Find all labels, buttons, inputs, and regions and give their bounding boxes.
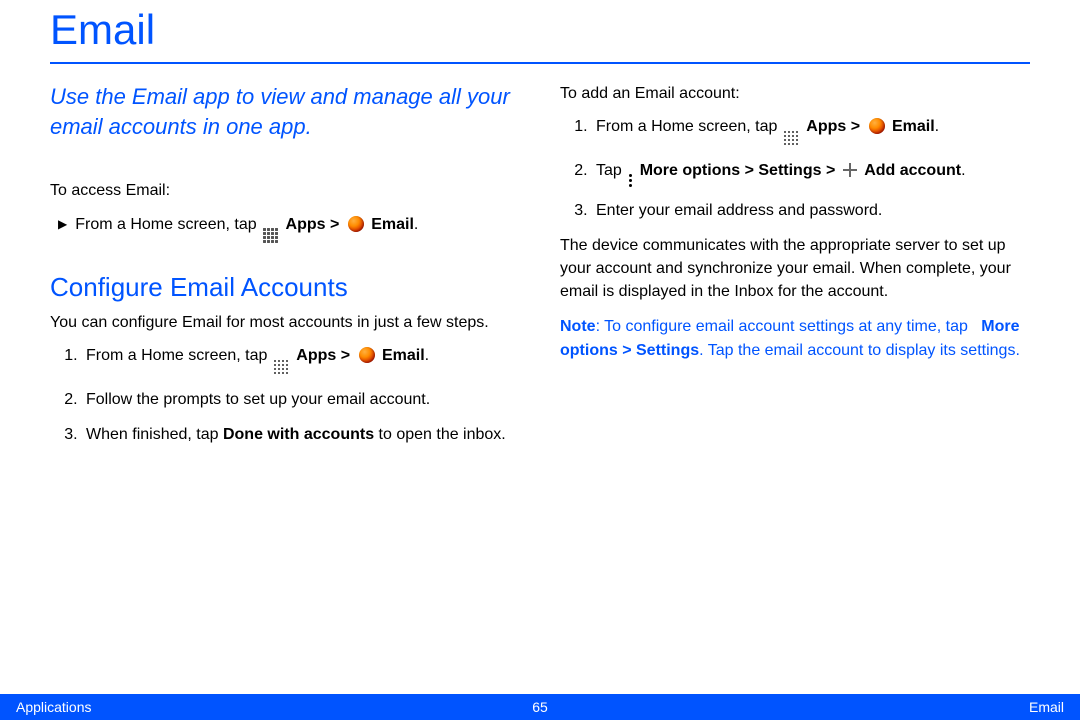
- apps-label: Apps >: [286, 216, 344, 233]
- access-lead: To access Email:: [50, 179, 520, 202]
- footer-right: Email: [1029, 699, 1064, 715]
- note-paragraph: Note: To configure email account setting…: [560, 315, 1030, 361]
- access-step-text: From a Home screen, tap Apps > Email.: [75, 213, 418, 245]
- email-app-icon: [869, 118, 885, 134]
- apps-grid-icon: [274, 360, 290, 376]
- page-title: Email: [50, 0, 1030, 64]
- step1-apps: Apps >: [296, 347, 354, 364]
- add2-more: More options > Settings >: [640, 162, 840, 179]
- step1-email: Email: [382, 347, 425, 364]
- footer-left: Applications: [16, 699, 92, 715]
- configure-heading: Configure Email Accounts: [50, 272, 520, 303]
- content-columns: Use the Email app to view and manage all…: [50, 82, 1030, 458]
- add-step-1: From a Home screen, tap Apps > Email.: [592, 115, 1030, 147]
- note-label: Note: [560, 318, 596, 335]
- period: .: [414, 216, 418, 233]
- configure-step-3: When finished, tap Done with accounts to…: [82, 423, 520, 446]
- apps-grid-icon: [263, 228, 279, 244]
- configure-intro: You can configure Email for most account…: [50, 311, 520, 334]
- access-step-prefix: From a Home screen, tap: [75, 216, 261, 233]
- period: .: [935, 118, 939, 135]
- period: .: [961, 162, 965, 179]
- configure-step-2: Follow the prompts to set up your email …: [82, 388, 520, 411]
- add-lead: To add an Email account:: [560, 82, 1030, 105]
- note-prefix: : To configure email account settings at…: [596, 318, 973, 335]
- plus-icon: [843, 163, 857, 177]
- intro-text: Use the Email app to view and manage all…: [50, 82, 520, 141]
- add-steps: From a Home screen, tap Apps > Email. Ta…: [560, 115, 1030, 222]
- triangle-bullet-icon: ▶: [58, 213, 67, 235]
- right-column: To add an Email account: From a Home scr…: [560, 82, 1030, 458]
- email-app-icon: [359, 347, 375, 363]
- step1-prefix: From a Home screen, tap: [86, 347, 272, 364]
- step3-bold: Done with accounts: [223, 426, 374, 443]
- period: .: [425, 347, 429, 364]
- email-app-icon: [348, 216, 364, 232]
- add1-email: Email: [892, 118, 935, 135]
- step3-prefix: When finished, tap: [86, 426, 223, 443]
- add-step-3: Enter your email address and password.: [592, 199, 1030, 222]
- add-step-2: Tap More options > Settings > Add accoun…: [592, 159, 1030, 187]
- add2-add: Add account: [864, 162, 961, 179]
- apps-grid-icon: [784, 131, 800, 147]
- configure-steps: From a Home screen, tap Apps > Email. Fo…: [50, 344, 520, 446]
- add2-prefix: Tap: [596, 162, 626, 179]
- configure-step-1: From a Home screen, tap Apps > Email.: [82, 344, 520, 376]
- add1-apps: Apps >: [806, 118, 864, 135]
- sync-paragraph: The device communicates with the appropr…: [560, 234, 1030, 304]
- footer-page-number: 65: [532, 699, 548, 715]
- email-label: Email: [371, 216, 414, 233]
- note-suffix: . Tap the email account to display its s…: [699, 342, 1020, 359]
- add1-prefix: From a Home screen, tap: [596, 118, 782, 135]
- step3-suffix: to open the inbox.: [374, 426, 506, 443]
- page-footer: Applications 65 Email: [0, 694, 1080, 720]
- more-options-icon: [629, 174, 632, 187]
- access-step: ▶ From a Home screen, tap Apps > Email.: [58, 213, 520, 245]
- manual-page: Email Use the Email app to view and mana…: [0, 0, 1080, 720]
- left-column: Use the Email app to view and manage all…: [50, 82, 520, 458]
